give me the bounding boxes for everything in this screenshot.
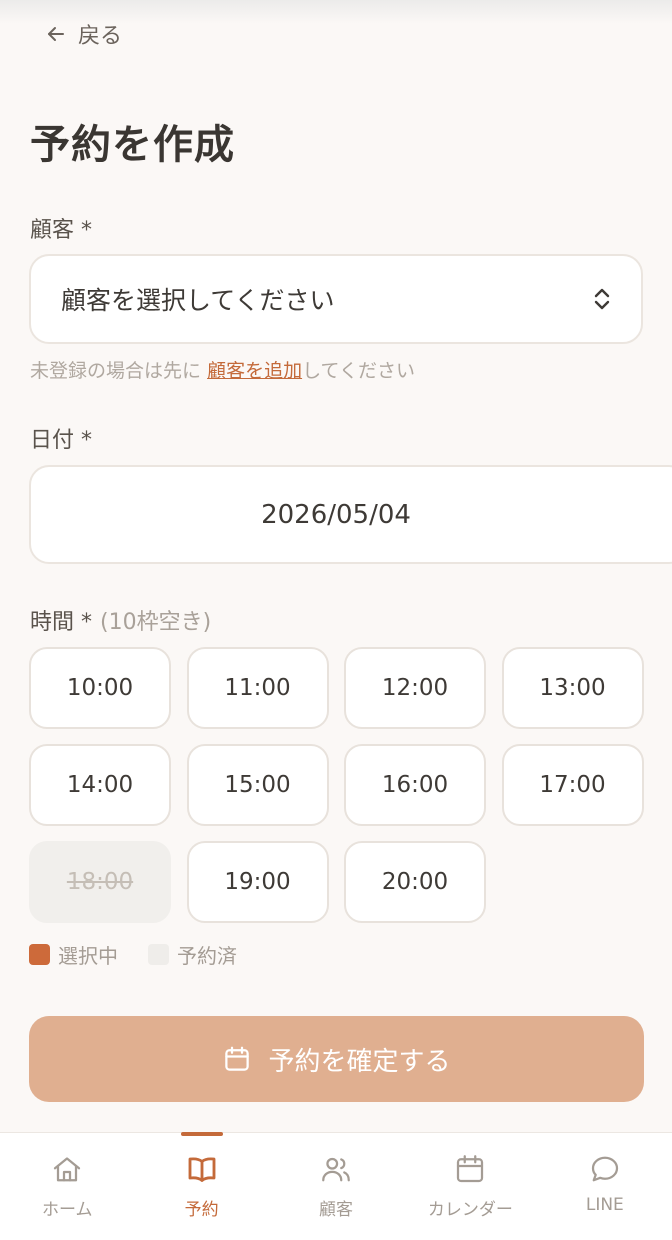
chat-icon xyxy=(591,1156,618,1182)
nav-item-book[interactable]: 予約 xyxy=(134,1132,268,1240)
nav-item-calendar[interactable]: カレンダー xyxy=(403,1133,537,1240)
users-icon xyxy=(322,1157,350,1182)
time-slot-1300[interactable]: 13:00 xyxy=(501,647,644,729)
availability-count: (10枠空き) xyxy=(100,610,212,635)
time-slot-1100[interactable]: 11:00 xyxy=(186,647,329,729)
back-label: 戻る xyxy=(78,24,123,49)
nav-item-users[interactable]: 顧客 xyxy=(269,1133,403,1240)
customer-select[interactable]: 顧客を選択してください xyxy=(29,254,643,344)
confirm-reservation-label: 予約を確定する xyxy=(268,1046,451,1077)
legend-booked-label: 予約済 xyxy=(177,944,237,968)
legend-selected-label: 選択中 xyxy=(58,944,118,968)
slot-legend: 選択中 予約済 xyxy=(29,940,237,969)
customer-helper-text: 未登録の場合は先に 顧客を追加してください xyxy=(30,356,415,383)
time-slot-1800: 18:00 xyxy=(29,841,171,923)
helper-prefix: 未登録の場合は先に xyxy=(30,360,202,382)
customer-label: 顧客 * xyxy=(30,218,92,243)
nav-item-home[interactable]: ホーム xyxy=(0,1133,134,1240)
time-slot-2000[interactable]: 20:00 xyxy=(344,841,486,923)
time-slot-1700[interactable]: 17:00 xyxy=(501,744,644,826)
back-button[interactable]: 戻る xyxy=(44,18,122,50)
time-label: 時間 * (10枠空き) xyxy=(30,604,211,636)
selected-swatch xyxy=(29,944,50,965)
confirm-reservation-button[interactable]: 予約を確定する xyxy=(29,1016,644,1102)
time-slot-1000[interactable]: 10:00 xyxy=(29,647,171,729)
date-input[interactable]: 2026/05/04 xyxy=(29,465,672,564)
nav-item-label: 顧客 xyxy=(319,1200,354,1220)
time-slot-1900[interactable]: 19:00 xyxy=(186,841,329,923)
create-reservation-screen: 戻る 予約を作成 顧客 * 顧客を選択してください 未登録の場合は先に 顧客を追… xyxy=(0,0,672,1240)
time-label-text: 時間 * xyxy=(30,610,92,635)
chevron-up-down-icon xyxy=(594,288,610,310)
helper-suffix: してください xyxy=(302,360,415,382)
nav-item-label: 予約 xyxy=(184,1200,219,1220)
nav-item-label: ホーム xyxy=(41,1200,93,1220)
date-label: 日付 * xyxy=(30,428,92,453)
date-value: 2026/05/04 xyxy=(261,499,411,530)
arrow-left-icon xyxy=(48,27,64,41)
page-title: 予約を作成 xyxy=(30,122,235,168)
time-slot-1600[interactable]: 16:00 xyxy=(344,744,486,826)
legend-booked: 予約済 xyxy=(148,940,237,969)
nav-item-label: カレンダー xyxy=(427,1200,513,1220)
add-customer-link[interactable]: 顧客を追加 xyxy=(207,360,302,382)
booked-swatch xyxy=(148,944,169,965)
time-slot-1500[interactable]: 15:00 xyxy=(186,744,329,826)
time-slot-grid: 10:00 11:00 12:00 13:00 14:00 15:00 16:00 17:00… xyxy=(29,647,644,923)
book-icon xyxy=(188,1157,216,1182)
calendar-icon xyxy=(225,1046,250,1071)
bottom-navigation: ホーム 予約 顧客 カレンダー LINE xyxy=(0,1132,672,1240)
legend-selected: 選択中 xyxy=(29,940,118,969)
calendar-icon xyxy=(457,1155,484,1183)
home-icon xyxy=(54,1157,81,1182)
customer-select-value: 顧客を選択してください xyxy=(61,286,335,315)
nav-item-chat[interactable]: LINE xyxy=(538,1133,672,1240)
nav-item-label: LINE xyxy=(585,1195,624,1215)
time-slot-1200[interactable]: 12:00 xyxy=(344,647,486,729)
time-slot-1400[interactable]: 14:00 xyxy=(29,744,171,826)
